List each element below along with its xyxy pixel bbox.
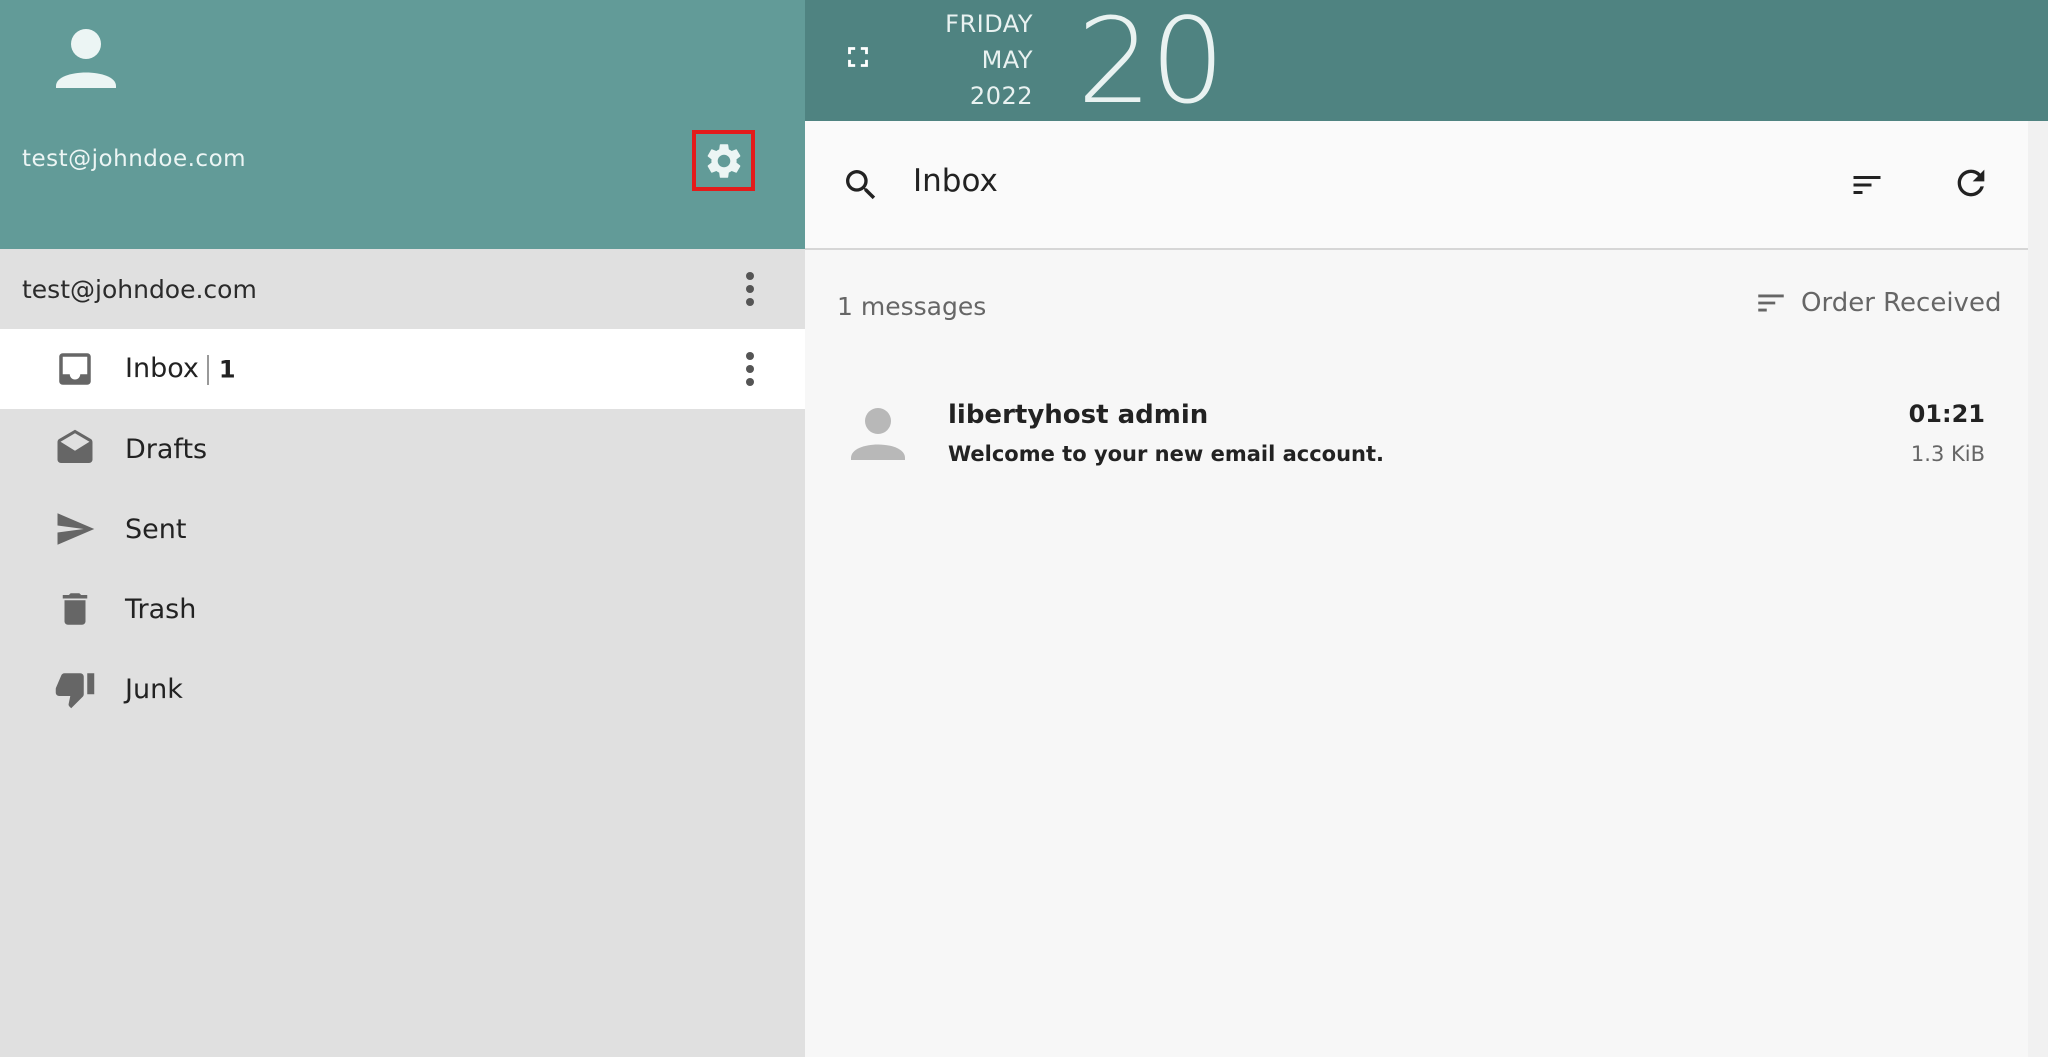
message-row[interactable]: libertyhost admin Welcome to your new em… xyxy=(805,380,2028,490)
scrollbar[interactable] xyxy=(2028,121,2048,1057)
account-label: test@johndoe.com xyxy=(22,274,257,304)
message-sender: libertyhost admin xyxy=(948,400,1209,430)
mailbox-title: Inbox xyxy=(913,163,998,199)
sidebar-header: test@johndoe.com xyxy=(0,0,805,249)
folder-label: Junk xyxy=(125,673,183,705)
search-icon[interactable] xyxy=(841,165,881,205)
folder-inbox[interactable]: Inbox 1 xyxy=(0,329,805,409)
sort-icon xyxy=(1758,294,1784,312)
message-size: 1.3 KiB xyxy=(1910,442,1985,466)
folder-label: Drafts xyxy=(125,433,208,465)
drafts-icon xyxy=(57,429,93,463)
trash-icon xyxy=(62,593,88,625)
kebab-dot xyxy=(746,298,754,306)
account-menu-button[interactable] xyxy=(735,264,765,314)
folder-trash[interactable]: Trash xyxy=(0,569,805,649)
inbox-icon xyxy=(59,353,91,385)
thumbs-down-icon xyxy=(55,673,95,709)
month: MAY xyxy=(981,46,1033,74)
main-panel: FRIDAY MAY 2022 20 Inbox 1 messages Orde… xyxy=(805,0,2048,1057)
kebab-menu-icon xyxy=(746,272,754,280)
day-number: 20 xyxy=(1077,0,1225,130)
sort-order-button[interactable]: Order Received xyxy=(1751,286,2001,320)
separator xyxy=(206,354,209,385)
message-subject: Welcome to your new email account. xyxy=(948,442,1384,466)
mailbox-toolbar: Inbox xyxy=(805,121,2028,250)
message-count: 1 messages xyxy=(837,292,987,321)
folder-drafts[interactable]: Drafts xyxy=(0,409,805,489)
sort-order-label: Order Received xyxy=(1801,288,2002,318)
folder-sent[interactable]: Sent xyxy=(0,489,805,569)
date-header: FRIDAY MAY 2022 20 xyxy=(805,0,2048,130)
kebab-dot xyxy=(746,285,754,293)
folder-menu-button[interactable] xyxy=(735,344,765,394)
folder-label: Sent xyxy=(125,513,187,545)
filter-icon[interactable] xyxy=(1847,167,1887,203)
send-icon xyxy=(57,513,95,545)
sidebar: test@johndoe.com test@johndoe.com Inbox 1… xyxy=(0,0,805,1057)
fullscreen-icon[interactable] xyxy=(841,40,875,74)
account-email: test@johndoe.com xyxy=(22,146,247,172)
kebab-menu-icon xyxy=(746,352,754,360)
year: 2022 xyxy=(969,82,1033,110)
refresh-icon[interactable] xyxy=(1951,163,1991,203)
weekday: FRIDAY xyxy=(945,10,1033,38)
folder-inbox-label-wrap: Inbox 1 xyxy=(125,353,236,385)
gear-icon xyxy=(707,143,740,178)
user-icon xyxy=(851,408,905,460)
user-icon xyxy=(56,29,116,88)
unread-count: 1 xyxy=(218,355,236,384)
folder-label: Trash xyxy=(125,593,197,625)
kebab-dot xyxy=(746,365,754,373)
folder-junk[interactable]: Junk xyxy=(0,649,805,729)
folder-label: Inbox xyxy=(125,353,199,385)
settings-button[interactable] xyxy=(692,130,755,191)
account-row[interactable]: test@johndoe.com xyxy=(0,249,805,329)
message-time: 01:21 xyxy=(1908,400,1985,428)
date-stack: FRIDAY MAY 2022 xyxy=(925,6,1033,114)
kebab-dot xyxy=(746,378,754,386)
